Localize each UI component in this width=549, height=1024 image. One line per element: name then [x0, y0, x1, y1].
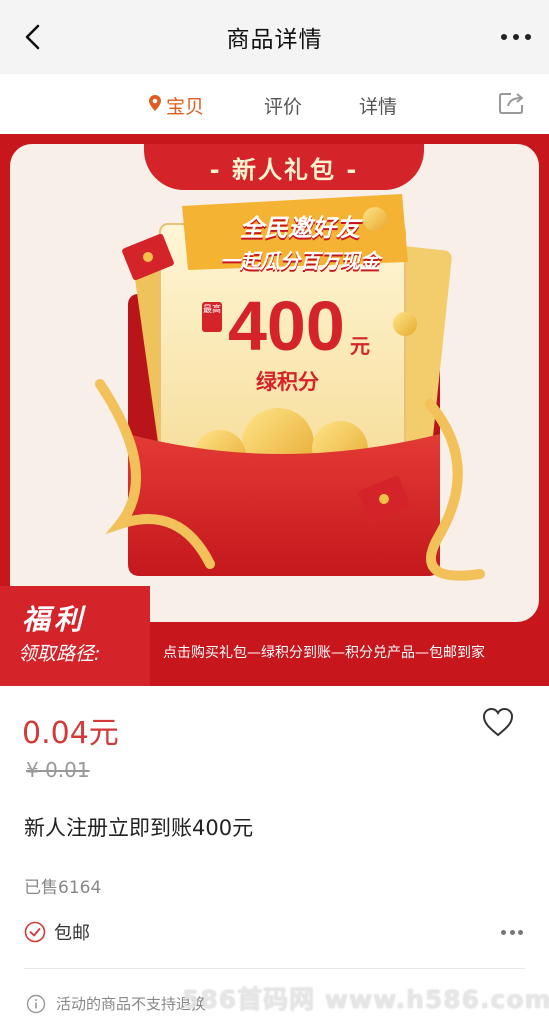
section-tabs: 宝贝 评价 详情 — [0, 74, 549, 134]
product-price: 0.04元 — [22, 716, 119, 751]
tab-baobei-label: 宝贝 — [166, 96, 205, 118]
more-dots-icon[interactable] — [501, 24, 531, 50]
back-arrow-icon[interactable] — [18, 22, 48, 52]
product-detail-page: 商品详情 宝贝 评价 详情 - 新人礼包 - 全民邀好友 一起瓜分百万现金 最高… — [0, 0, 549, 1024]
gift-pack-label: - 新人礼包 - — [209, 155, 359, 184]
banner-card: - 新人礼包 - 全民邀好友 一起瓜分百万现金 最高 400 元 绿积分 — [10, 144, 539, 622]
product-banner-image[interactable]: - 新人礼包 - 全民邀好友 一起瓜分百万现金 最高 400 元 绿积分 福利 … — [0, 134, 549, 686]
claim-path-steps: 点击购买礼包—绿积分到账—积分兑产品—包邮到家 — [163, 645, 485, 661]
product-name: 新人注册立即到账400元 — [24, 816, 254, 840]
points-label: 绿积分 — [256, 370, 319, 394]
headline-line-1: 全民邀好友 — [240, 214, 360, 242]
tab-pingjia[interactable]: 评价 — [264, 92, 302, 119]
banner-headline: 全民邀好友 一起瓜分百万现金 — [200, 208, 400, 274]
info-icon — [26, 994, 46, 1013]
check-circle-icon — [24, 921, 46, 943]
gift-pack-tab: - 新人礼包 - — [144, 144, 424, 190]
reward-amount: 400 — [228, 287, 345, 365]
max-badge: 最高 — [202, 302, 222, 332]
tab-baobei[interactable]: 宝贝 — [148, 92, 204, 119]
return-policy-notice: 活动的商品不支持退换 — [26, 993, 206, 1014]
free-shipping-row[interactable]: 包邮 — [24, 919, 90, 945]
reward-unit: 元 — [350, 334, 370, 358]
top-navigation-bar: 商品详情 — [0, 0, 549, 74]
tab-xiangqing[interactable]: 详情 — [359, 92, 397, 119]
heart-icon[interactable] — [481, 706, 515, 738]
headline-line-2: 一起瓜分百万现金 — [220, 249, 380, 273]
original-price: ¥ 0.01 — [26, 758, 90, 782]
more-options-icon[interactable] — [501, 930, 523, 936]
claim-path-label: 领取路径: — [18, 643, 101, 665]
page-title: 商品详情 — [226, 27, 323, 53]
location-pin-icon — [148, 94, 162, 117]
sold-count: 已售6164 — [24, 878, 102, 898]
divider — [24, 968, 525, 969]
share-icon[interactable] — [497, 90, 527, 116]
watermark: 586首码网 www.h586.com — [182, 985, 549, 1014]
free-shipping-label: 包邮 — [54, 923, 90, 944]
welfare-title: 福利 — [22, 603, 87, 636]
